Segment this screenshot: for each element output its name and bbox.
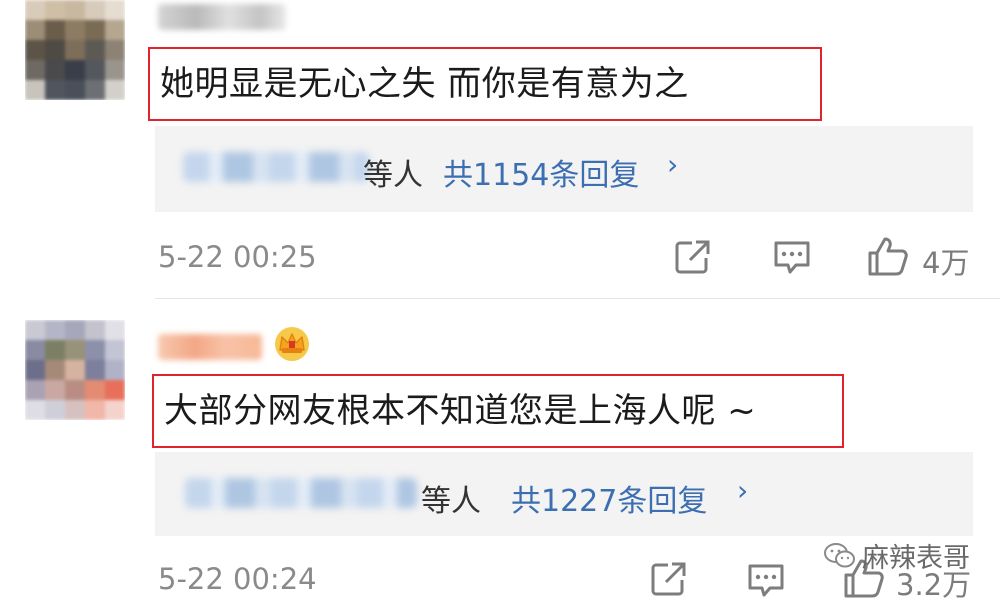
reply-suffix: 等人 (363, 158, 423, 193)
share-icon (675, 240, 710, 274)
like-button[interactable] (866, 234, 910, 278)
username[interactable] (158, 4, 286, 30)
avatar[interactable] (25, 0, 125, 100)
like-count: 4万 (922, 246, 970, 280)
share-button[interactable] (672, 236, 714, 278)
avatar[interactable] (25, 320, 125, 420)
comment-button[interactable] (744, 560, 788, 602)
reply-count-link[interactable]: 共1154条回复 (443, 150, 639, 194)
comment-text: 大部分网友根本不知道您是上海人呢 ~ (152, 374, 844, 448)
timestamp: 5-22 00:25 (158, 240, 317, 274)
comment-text: 她明显是无心之失 而你是有意为之 (148, 47, 822, 121)
reply-usernames (183, 152, 369, 182)
crown-icon (272, 324, 312, 362)
wechat-icon (824, 542, 855, 567)
chevron-right-icon: › (667, 148, 679, 181)
chevron-right-icon: › (737, 474, 749, 507)
timestamp: 5-22 00:24 (158, 562, 317, 596)
reply-usernames (185, 478, 417, 508)
divider (155, 298, 1000, 299)
reply-preview[interactable]: 等人 共1154条回复 › (155, 126, 973, 212)
username[interactable] (158, 334, 262, 360)
thumbs-up-icon (868, 237, 908, 276)
comment-item: 她明显是无心之失 而你是有意为之 等人 共1154条回复 › 5-22 00:2… (0, 0, 1000, 300)
watermark-text: 麻辣表哥 (862, 543, 970, 574)
reply-preview[interactable]: 等人 共1227条回复 › (155, 452, 973, 536)
share-icon (651, 562, 686, 596)
reply-count-link[interactable]: 共1227条回复 (511, 476, 707, 520)
comment-icon (774, 241, 810, 274)
comment-icon (748, 564, 784, 597)
watermark: 麻辣表哥 (824, 536, 970, 575)
reply-suffix: 等人 (421, 484, 481, 519)
comment-button[interactable] (770, 237, 814, 279)
share-button[interactable] (648, 558, 690, 600)
